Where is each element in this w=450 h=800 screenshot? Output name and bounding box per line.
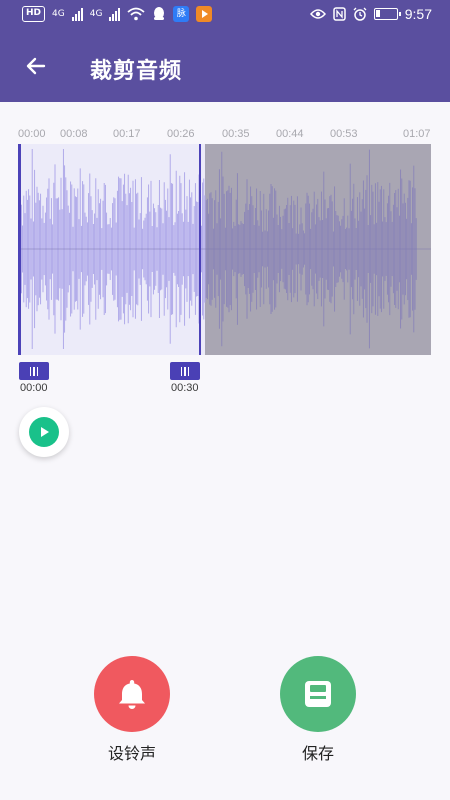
eye-icon: [309, 9, 326, 19]
timeline-tick: 00:17: [113, 128, 141, 140]
wifi-icon: [127, 7, 146, 21]
start-handle[interactable]: [19, 362, 49, 380]
waveform-area[interactable]: [18, 144, 431, 355]
qq-icon: [154, 7, 165, 20]
end-handle[interactable]: [170, 362, 200, 380]
hd-badge-icon: HD: [22, 6, 46, 22]
timeline-tick: 01:07: [403, 128, 431, 140]
waveform: [18, 144, 431, 355]
alarm-icon: [353, 7, 367, 21]
set-ringtone-button[interactable]: 设铃声: [94, 656, 170, 764]
status-bar: HD 4G 4G 脉 9:57: [0, 0, 450, 32]
timeline-tick: 00:08: [60, 128, 88, 140]
back-button[interactable]: [14, 44, 58, 88]
floppy-disk-icon: [305, 681, 331, 707]
signal-icon-2: [109, 7, 121, 21]
battery-icon: [373, 8, 401, 20]
network-type-label: 4G: [52, 9, 65, 19]
play-button[interactable]: [19, 407, 69, 457]
status-time: 9:57: [404, 6, 432, 22]
nfc-icon: [333, 7, 346, 21]
timeline-tick: 00:00: [18, 128, 46, 140]
timeline-tick: 00:44: [276, 128, 304, 140]
signal-icon: [71, 7, 83, 21]
arrow-left-icon: [26, 57, 46, 75]
grip-icon: [29, 366, 32, 376]
end-time-label: 00:30: [171, 382, 199, 394]
timeline-tick: 00:26: [167, 128, 195, 140]
timeline-tick: 00:53: [330, 128, 358, 140]
bell-icon: [119, 680, 145, 709]
app-bar: 裁剪音频: [0, 32, 450, 102]
start-time-label: 00:00: [20, 382, 48, 394]
play-icon: [41, 427, 49, 437]
network-type-label-2: 4G: [89, 9, 103, 19]
save-label: 保存: [301, 744, 334, 763]
app-badge-icon: 脉: [173, 6, 190, 22]
set-ringtone-label: 设铃声: [107, 744, 156, 763]
timeline-tick: 00:35: [222, 128, 250, 140]
save-button[interactable]: 保存: [280, 656, 356, 764]
grip-icon: [180, 366, 183, 376]
video-app-icon: [196, 6, 213, 22]
page-title: 裁剪音频: [90, 59, 183, 84]
